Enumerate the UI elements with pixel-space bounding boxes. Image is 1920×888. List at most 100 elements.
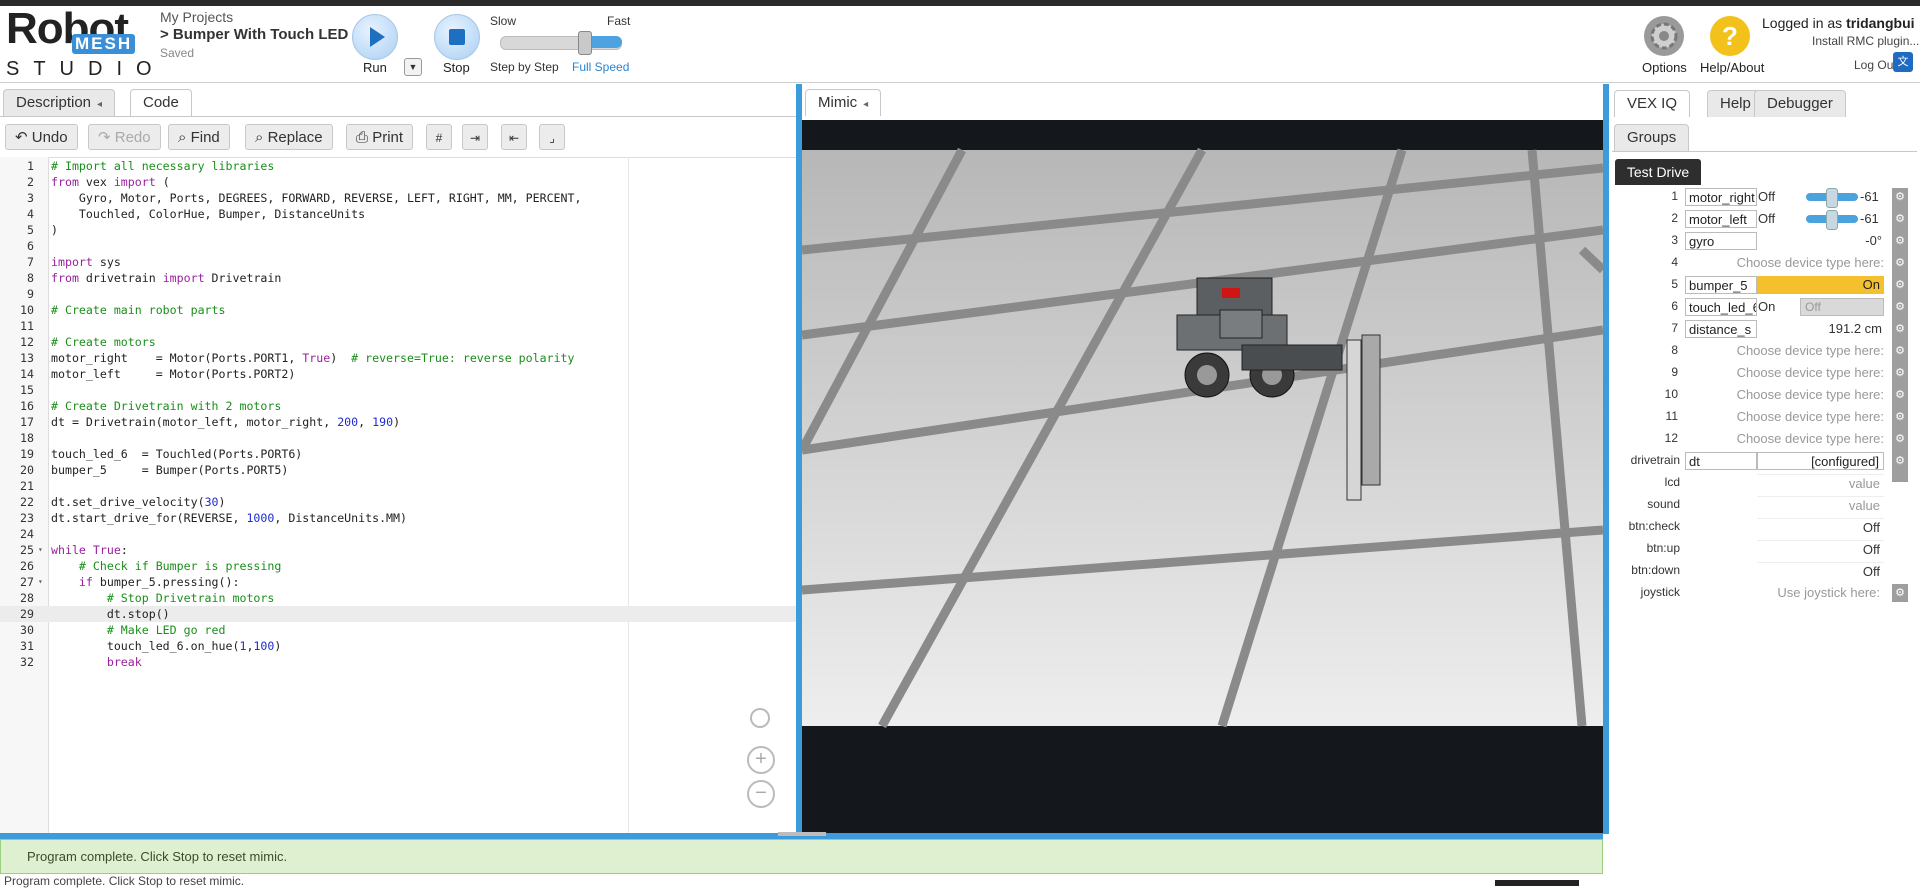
code-lines[interactable]: 1 # Import all necessary libraries 2 from v… [0, 158, 796, 678]
code-line[interactable]: 31 touch_led_6.on_hue(1,100) [0, 638, 796, 654]
replace-button[interactable]: ⌕ Replace [245, 124, 333, 150]
zoom-out-icon[interactable]: − [747, 780, 775, 808]
help-icon[interactable]: ? [1708, 14, 1752, 58]
code-line[interactable]: 13 motor_right = Motor(Ports.PORT1, True)… [0, 350, 796, 366]
port-settings-gear-icon[interactable]: ⚙ [1892, 430, 1908, 448]
stop-button[interactable] [434, 14, 480, 60]
tab-code[interactable]: Code [130, 89, 192, 117]
code-line[interactable]: 12 # Create motors [0, 334, 796, 350]
fold-arrow-icon[interactable]: ▾ [38, 542, 43, 558]
code-line[interactable]: 9 [0, 286, 796, 302]
code-line[interactable]: 29 dt.stop() [0, 606, 796, 622]
step-by-step-label[interactable]: Step by Step [490, 60, 559, 74]
code-line[interactable]: 27 ▾ if bumper_5.pressing(): [0, 574, 796, 590]
code-line[interactable]: 28 # Stop Drivetrain motors [0, 590, 796, 606]
code-line[interactable]: 26 # Check if Bumper is pressing [0, 558, 796, 574]
comment-toggle-button[interactable]: # [426, 124, 452, 150]
choose-device-select[interactable]: Choose device type here: [1690, 431, 1884, 446]
speed-slider-thumb[interactable] [578, 31, 592, 55]
outdent-button[interactable]: ⇤ [501, 124, 527, 150]
full-speed-label[interactable]: Full Speed [572, 60, 629, 74]
mimic-viewport[interactable] [798, 120, 1607, 833]
choose-device-select[interactable]: Choose device type here: [1690, 365, 1884, 380]
code-line[interactable]: 3 Gyro, Motor, Ports, DEGREES, FORWARD, … [0, 190, 796, 206]
run-options-dropdown[interactable]: ▼ [404, 58, 422, 76]
code-line[interactable]: 8 from drivetrain import Drivetrain [0, 270, 796, 286]
code-line[interactable]: 19 touch_led_6 = Touchled(Ports.PORT6) [0, 446, 796, 462]
tab-vex-iq[interactable]: VEX IQ [1614, 90, 1691, 117]
code-line[interactable]: 30 # Make LED go red [0, 622, 796, 638]
device-name-field[interactable]: distance_s [1685, 320, 1757, 338]
code-line[interactable]: 32 break [0, 654, 796, 670]
tab-groups[interactable]: Groups [1614, 124, 1690, 151]
code-line[interactable]: 5) [0, 222, 796, 238]
code-line[interactable]: 16 # Create Drivetrain with 2 motors [0, 398, 796, 414]
code-line[interactable]: 10 # Create main robot parts [0, 302, 796, 318]
options-gear-icon[interactable] [1642, 14, 1686, 58]
port-settings-gear-icon[interactable]: ⚙ [1892, 210, 1908, 228]
code-line[interactable]: 1 # Import all necessary libraries [0, 158, 796, 174]
code-line[interactable]: 17 dt = Drivetrain(motor_left, motor_righ… [0, 414, 796, 430]
led-color-select[interactable]: Off [1800, 298, 1884, 316]
code-line[interactable]: 15 [0, 382, 796, 398]
options-label[interactable]: Options [1642, 60, 1687, 75]
indent-button[interactable]: ⇥ [462, 124, 488, 150]
code-line[interactable]: 2 from vex import ( [0, 174, 796, 190]
run-button[interactable] [352, 14, 398, 60]
pin-icon[interactable]: ◂ [863, 99, 868, 110]
print-button[interactable]: ⎙ Print [346, 124, 414, 150]
recenter-icon[interactable] [750, 708, 770, 728]
tab-test-drive[interactable]: Test Drive [1615, 159, 1701, 185]
port-settings-gear-icon[interactable]: ⚙ [1892, 386, 1908, 404]
install-plugin-link[interactable]: Install RMC plugin... [1812, 34, 1919, 48]
code-line[interactable]: 11 [0, 318, 796, 334]
logout-link[interactable]: Log Out [1854, 58, 1897, 72]
code-line[interactable]: 14 motor_left = Motor(Ports.PORT2) [0, 366, 796, 382]
redo-button[interactable]: ↷ Redo [88, 124, 161, 150]
choose-device-select[interactable]: Choose device type here: [1690, 255, 1884, 270]
drivetrain-settings-gear-icon[interactable]: ⚙ [1892, 452, 1908, 470]
device-name-field[interactable]: bumper_5 [1685, 276, 1757, 294]
port-settings-gear-icon[interactable]: ⚙ [1892, 408, 1908, 426]
port-settings-gear-icon[interactable]: ⚙ [1892, 232, 1908, 250]
port-settings-gear-icon[interactable]: ⚙ [1892, 342, 1908, 360]
motor-speed-thumb[interactable] [1826, 188, 1838, 208]
motor-speed-thumb[interactable] [1826, 210, 1838, 230]
find-button[interactable]: ⌕ Find [168, 124, 230, 150]
port-settings-gear-icon[interactable]: ⚙ [1892, 188, 1908, 206]
fold-arrow-icon[interactable]: ▾ [38, 574, 43, 590]
choose-device-select[interactable]: Choose device type here: [1690, 343, 1884, 358]
undo-button[interactable]: ↶ Undo [5, 124, 78, 150]
port-settings-gear-icon[interactable]: ⚙ [1892, 364, 1908, 382]
code-line[interactable]: 20 bumper_5 = Bumper(Ports.PORT5) [0, 462, 796, 478]
port-settings-gear-icon[interactable]: ⚙ [1892, 298, 1908, 316]
console-scroll-thumb[interactable] [1495, 880, 1579, 886]
device-name-field[interactable]: gyro [1685, 232, 1757, 250]
tab-debugger[interactable]: Debugger [1754, 90, 1846, 117]
format-button[interactable]: ⌟ [539, 124, 565, 150]
code-line[interactable]: 21 [0, 478, 796, 494]
code-line[interactable]: 23 dt.start_drive_for(REVERSE, 1000, Dist… [0, 510, 796, 526]
device-name-field[interactable]: motor_right [1685, 188, 1757, 206]
code-line[interactable]: 4 Touchled, ColorHue, Bumper, DistanceUn… [0, 206, 796, 222]
code-line[interactable]: 7 import sys [0, 254, 796, 270]
joystick-settings-gear-icon[interactable]: ⚙ [1892, 584, 1908, 602]
translate-icon[interactable]: 文 [1893, 52, 1913, 72]
tab-description[interactable]: Description ◂ [3, 89, 116, 116]
drivetrain-name-field[interactable]: dt [1685, 452, 1757, 470]
choose-device-select[interactable]: Choose device type here: [1690, 409, 1884, 424]
code-line[interactable]: 25 ▾ while True: [0, 542, 796, 558]
code-line[interactable]: 24 [0, 526, 796, 542]
device-name-field[interactable]: motor_left [1685, 210, 1757, 228]
code-line[interactable]: 6 [0, 238, 796, 254]
my-projects-link[interactable]: My Projects [160, 9, 233, 25]
port-settings-gear-icon[interactable]: ⚙ [1892, 320, 1908, 338]
splitter-grip-icon[interactable] [778, 832, 826, 836]
device-name-field[interactable]: touch_led_6 [1685, 298, 1757, 316]
zoom-in-icon[interactable]: + [747, 746, 775, 774]
port-settings-gear-icon[interactable]: ⚙ [1892, 254, 1908, 272]
choose-device-select[interactable]: Choose device type here: [1690, 387, 1884, 402]
code-line[interactable]: 18 [0, 430, 796, 446]
pin-icon[interactable]: ◂ [97, 99, 102, 110]
port-settings-gear-icon[interactable]: ⚙ [1892, 276, 1908, 294]
